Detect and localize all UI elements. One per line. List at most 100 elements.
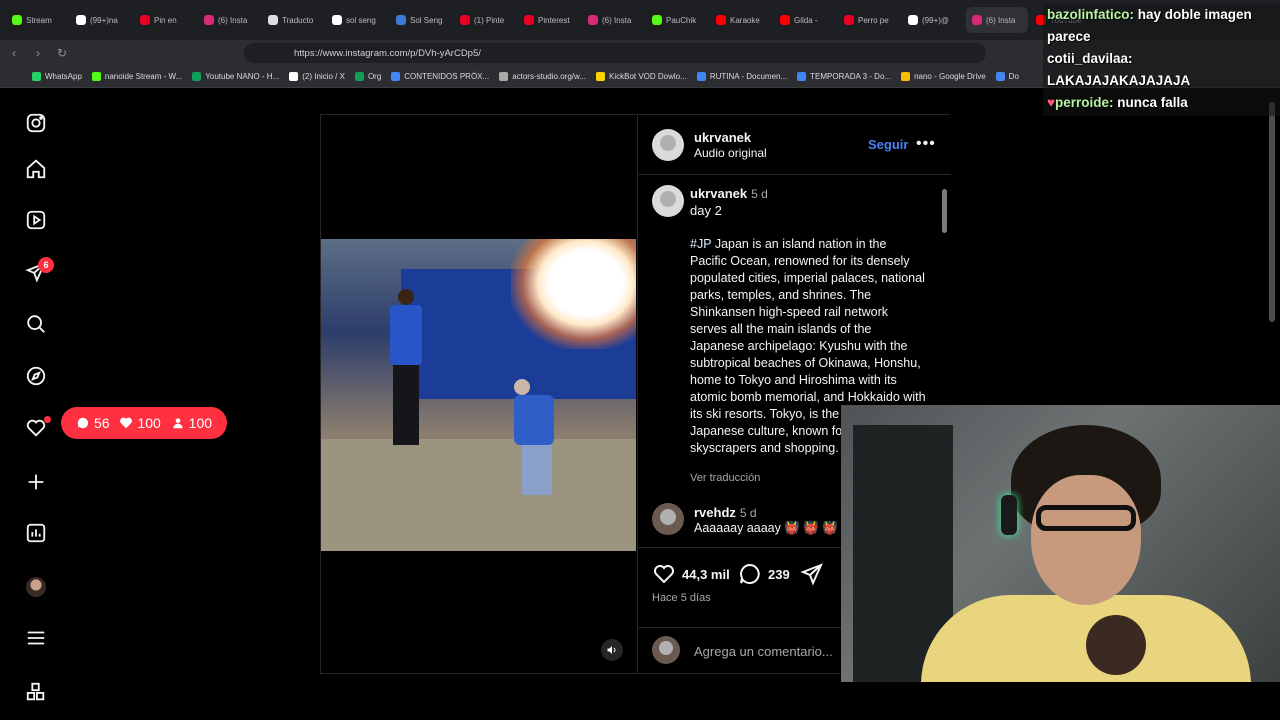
chat-line: cotii_davilaa: bbox=[1047, 51, 1133, 66]
tab-label: Karaoke bbox=[730, 15, 760, 25]
volume-icon[interactable] bbox=[601, 639, 623, 661]
author-avatar[interactable] bbox=[652, 129, 684, 161]
address-bar[interactable]: https://www.instagram.com/p/DVh-yArCDp5/ bbox=[244, 43, 986, 63]
home-icon[interactable] bbox=[24, 157, 48, 181]
comment-text: Aaaaaay aaaay 👹 👹 👹 bbox=[694, 521, 838, 535]
video-frame bbox=[321, 239, 636, 551]
browser-tab[interactable]: Pinterest bbox=[518, 7, 580, 33]
bookmark-item[interactable]: KickBot VOD Dowlo... bbox=[596, 72, 687, 81]
bookmark-item[interactable]: (2) Inicio / X bbox=[289, 72, 345, 81]
browser-tab[interactable]: Stream bbox=[6, 7, 68, 33]
bookmark-item[interactable]: nano - Google Drive bbox=[901, 72, 986, 81]
video-player[interactable] bbox=[321, 115, 636, 673]
add-comment-input[interactable]: Agrega un comentario... bbox=[694, 644, 833, 659]
caption-header: ukrvanek 5 d bbox=[690, 186, 768, 201]
tab-label: (6) Insta bbox=[218, 15, 248, 25]
apps-grid-icon[interactable] bbox=[24, 680, 48, 704]
tab-favicon-icon bbox=[844, 15, 854, 25]
tab-label: Perro pe bbox=[858, 15, 889, 25]
search-icon[interactable] bbox=[24, 312, 48, 336]
translate-link[interactable]: Ver traducción bbox=[690, 472, 760, 484]
reels-icon[interactable] bbox=[24, 208, 48, 232]
bookmark-label: WhatsApp bbox=[45, 72, 82, 81]
like-count[interactable]: 44,3 mil bbox=[682, 567, 730, 582]
bookmark-favicon-icon bbox=[499, 72, 509, 81]
share-icon[interactable] bbox=[800, 562, 824, 586]
share-group bbox=[800, 562, 824, 586]
browser-tab[interactable]: (99+)na bbox=[70, 7, 132, 33]
browser-tab[interactable]: (6) Insta bbox=[582, 7, 644, 33]
tab-favicon-icon bbox=[140, 15, 150, 25]
bookmark-item[interactable]: actors-studio.org/w... bbox=[499, 72, 586, 81]
browser-tab[interactable]: Perro pe bbox=[838, 7, 900, 33]
tab-favicon-icon bbox=[780, 15, 790, 25]
messages-badge: 6 bbox=[38, 257, 54, 273]
author-username[interactable]: ukrvanek bbox=[694, 130, 751, 145]
reload-icon[interactable]: ↻ bbox=[52, 43, 72, 63]
more-options-icon[interactable]: ••• bbox=[916, 135, 936, 153]
bookmark-item[interactable]: Youtube NANO - H... bbox=[192, 72, 279, 81]
audio-label[interactable]: Audio original bbox=[694, 146, 767, 160]
tab-label: Stream bbox=[26, 15, 52, 25]
tab-label: PauChik bbox=[666, 15, 697, 25]
bookmark-favicon-icon bbox=[354, 72, 364, 81]
explore-icon[interactable] bbox=[24, 364, 48, 388]
tab-favicon-icon bbox=[396, 15, 406, 25]
notifications-summary-pill[interactable]: 56 100 100 bbox=[61, 407, 227, 439]
bookmark-label: actors-studio.org/w... bbox=[512, 72, 586, 81]
bookmark-favicon-icon bbox=[995, 72, 1005, 81]
chat-line: LAKAJAJAKAJAJAJA bbox=[1047, 73, 1191, 88]
bookmark-item[interactable]: WhatsApp bbox=[32, 72, 82, 81]
tab-favicon-icon bbox=[908, 15, 918, 25]
caption-avatar[interactable] bbox=[652, 185, 684, 217]
comment-icon bbox=[77, 417, 89, 429]
bookmark-label: Youtube NANO - H... bbox=[205, 72, 280, 81]
comment-count: 239 bbox=[768, 566, 790, 582]
comment-username[interactable]: rvehdz bbox=[694, 505, 736, 520]
dashboard-icon[interactable] bbox=[24, 521, 48, 545]
browser-tab[interactable]: Sol Seng bbox=[390, 7, 452, 33]
bookmark-item[interactable]: TEMPORADA 3 - Do... bbox=[797, 72, 891, 81]
bookmark-item[interactable]: CONTENIDOS PRÓX... bbox=[391, 72, 489, 81]
back-icon[interactable]: ‹ bbox=[4, 43, 24, 63]
tab-label: Traducto bbox=[282, 15, 314, 25]
profile-avatar[interactable] bbox=[26, 577, 46, 597]
tab-favicon-icon bbox=[332, 15, 342, 25]
browser-tab[interactable]: Gilda - bbox=[774, 7, 836, 33]
browser-tab[interactable]: (6) Insta bbox=[198, 7, 260, 33]
instagram-logo-icon[interactable] bbox=[24, 111, 48, 135]
create-plus-icon[interactable] bbox=[24, 470, 48, 494]
bookmark-item[interactable]: RUTINA - Documen... bbox=[696, 72, 787, 81]
browser-tab[interactable]: sol seng bbox=[326, 7, 388, 33]
browser-tab[interactable]: Karaoke bbox=[710, 7, 772, 33]
comments-count: 56 bbox=[93, 415, 110, 431]
current-user-avatar bbox=[652, 636, 680, 664]
bookmark-favicon-icon bbox=[391, 72, 401, 81]
browser-tab[interactable]: (1) Pinte bbox=[454, 7, 516, 33]
tab-favicon-icon bbox=[972, 15, 982, 25]
bookmark-item[interactable]: Org bbox=[354, 72, 381, 81]
bookmark-label: CONTENIDOS PRÓX... bbox=[404, 72, 490, 81]
tab-label: (1) Pinte bbox=[474, 15, 505, 25]
comment-avatar[interactable] bbox=[652, 503, 684, 535]
bookmark-label: Do bbox=[1008, 72, 1019, 81]
caption-hashtag[interactable]: #JP bbox=[690, 237, 711, 251]
chat-line: bazolinfatico: hay doble imagen bbox=[1047, 7, 1252, 22]
browser-tab[interactable]: PauChik bbox=[646, 7, 708, 33]
comment-bubble-icon[interactable] bbox=[738, 562, 762, 586]
like-heart-icon[interactable] bbox=[652, 562, 676, 586]
browser-tab[interactable]: Traducto bbox=[262, 7, 324, 33]
menu-icon[interactable] bbox=[24, 626, 48, 650]
browser-tab[interactable]: (6) Insta bbox=[966, 7, 1028, 33]
tab-favicon-icon bbox=[652, 15, 662, 25]
comment-time: 5 d bbox=[739, 506, 757, 520]
bookmark-item[interactable]: nanoide Stream - W... bbox=[91, 72, 182, 81]
browser-tab[interactable]: Pin en bbox=[134, 7, 196, 33]
tab-label: (99+)@ bbox=[922, 15, 950, 25]
follow-button[interactable]: Seguir bbox=[868, 137, 908, 152]
caption-username[interactable]: ukrvanek bbox=[690, 186, 747, 201]
browser-tab[interactable]: (99+)@ bbox=[902, 7, 964, 33]
user-icon bbox=[172, 418, 183, 429]
bookmark-item[interactable]: Do bbox=[995, 72, 1019, 81]
forward-icon[interactable]: › bbox=[28, 43, 48, 63]
